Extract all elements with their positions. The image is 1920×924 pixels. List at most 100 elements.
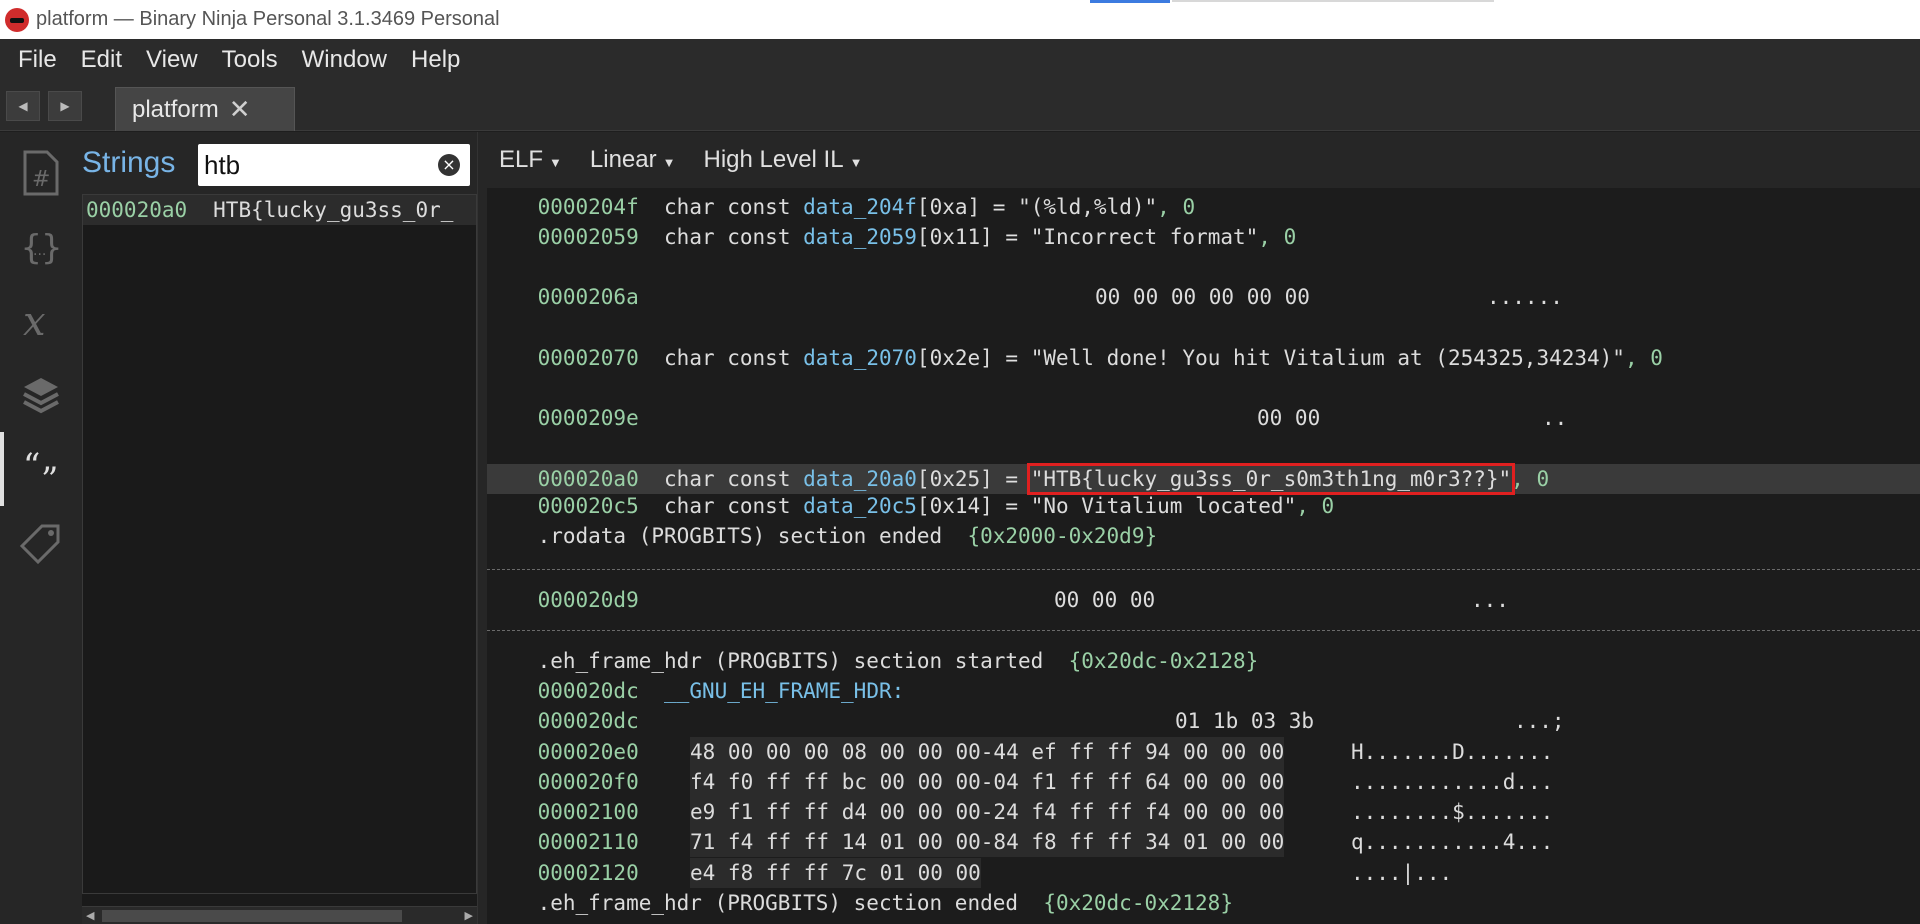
menu-file[interactable]: File xyxy=(6,46,69,74)
string-terminator: , 0 xyxy=(1157,195,1196,219)
horizontal-scrollbar[interactable]: ◀ ▶ xyxy=(82,906,477,924)
line-address: 0000204f xyxy=(537,195,639,219)
section-range: {0x20dc-0x2128} xyxy=(1043,891,1233,915)
string-text: HTB{lucky_gu3ss_0r_ xyxy=(213,198,454,222)
section-label: .eh_frame_hdr (PROGBITS) section ended xyxy=(537,891,1019,915)
list-item[interactable]: 000020a0 HTB{lucky_gu3ss_0r_ xyxy=(83,195,476,225)
menu-window[interactable]: Window xyxy=(290,46,399,74)
strings-search-box[interactable]: × xyxy=(198,144,470,186)
strings-panel: Strings × 000020a0 HTB{lucky_gu3ss_0r_ ◀… xyxy=(82,132,477,924)
hex-bytes: 48 00 00 00 08 00 00 00-44 ef ff ff 94 0… xyxy=(690,737,1285,767)
string-address: 000020a0 xyxy=(86,198,188,222)
data-symbol[interactable]: data_20a0 xyxy=(803,467,917,491)
chevron-down-icon: ▼ xyxy=(849,155,863,170)
hex-bytes: 00 00 00 xyxy=(1054,588,1156,612)
section-separator xyxy=(487,569,1920,570)
string-terminator: , 0 xyxy=(1511,467,1550,491)
forward-button[interactable]: ▶ xyxy=(48,91,82,121)
hex-bytes: 00 00 00 00 00 00 xyxy=(1095,285,1310,309)
data-symbol[interactable]: data_2059 xyxy=(803,225,917,249)
back-button[interactable]: ◀ xyxy=(6,91,40,121)
close-tab-icon[interactable]: ✕ xyxy=(229,95,251,125)
variables-x-icon[interactable]: x xyxy=(0,284,82,358)
menu-tools[interactable]: Tools xyxy=(210,46,290,74)
tab-platform[interactable]: platform ✕ xyxy=(115,87,295,131)
panel-splitter[interactable] xyxy=(477,132,487,924)
ascii-dump: ............d... xyxy=(1351,770,1554,794)
line-address: 000020dc xyxy=(537,709,639,733)
code-line[interactable]: 0000204f char const data_204f[0xa] = "(%… xyxy=(487,192,1920,222)
scroll-right-icon[interactable]: ▶ xyxy=(465,909,473,922)
strings-header: Strings × xyxy=(82,132,477,194)
hex-line[interactable]: 000020f0 f4 f0 ff ff bc 00 00 00-04 f1 ff… xyxy=(487,767,1920,797)
svg-text:...: ... xyxy=(33,243,46,259)
linear-view[interactable]: 0000204f char const data_204f[0xa] = "(%… xyxy=(487,188,1920,924)
symbols-icon[interactable]: # xyxy=(0,136,82,210)
label-line[interactable]: 000020dc __GNU_EH_FRAME_HDR: xyxy=(487,676,1920,706)
string-literal: "Incorrect format" xyxy=(1030,225,1259,249)
menu-edit[interactable]: Edit xyxy=(69,46,134,74)
scroll-left-icon[interactable]: ◀ xyxy=(86,909,94,922)
hex-line[interactable]: 00002100 e9 f1 ff ff d4 00 00 00-24 f4 ff… xyxy=(487,797,1920,827)
code-line[interactable]: 00002070 char const data_2070[0x2e] = "W… xyxy=(487,343,1920,373)
scroll-thumb[interactable] xyxy=(102,910,402,922)
format-label: ELF xyxy=(499,146,544,173)
data-symbol[interactable]: data_204f xyxy=(803,195,917,219)
menu-help[interactable]: Help xyxy=(399,46,472,74)
types-braces-icon[interactable]: {}... xyxy=(0,210,82,284)
hex-line[interactable]: 0000209e 00 00.. xyxy=(487,403,1920,433)
decl-keyword: char const xyxy=(664,346,791,370)
hex-bytes: 71 f4 ff ff 14 01 00 00-84 f8 ff ff 34 0… xyxy=(690,827,1285,857)
tag-icon[interactable] xyxy=(0,506,82,580)
layers-icon[interactable] xyxy=(0,358,82,432)
hex-line[interactable]: 000020e0 48 00 00 00 08 00 00 00-44 ef ff… xyxy=(487,737,1920,767)
section-label: .rodata (PROGBITS) section ended xyxy=(537,524,943,548)
array-size: [0x11] xyxy=(916,225,993,249)
section-range: {0x20dc-0x2128} xyxy=(1068,649,1259,673)
menu-view[interactable]: View xyxy=(134,46,210,74)
section-end-line: .rodata (PROGBITS) section ended {0x2000… xyxy=(487,521,1920,551)
format-dropdown[interactable]: ELF ▼ xyxy=(499,146,562,174)
array-size: [0x2e] xyxy=(916,346,993,370)
il-dropdown[interactable]: High Level IL ▼ xyxy=(703,146,862,174)
string-literal: "(%ld,%ld)" xyxy=(1018,195,1158,219)
string-literal: "No Vitalium located" xyxy=(1030,494,1297,518)
code-line-selected[interactable]: 000020a0 char const data_20a0[0x25] = "H… xyxy=(487,463,1920,495)
hex-bytes: 01 1b 03 3b xyxy=(1175,709,1315,733)
view-mode-dropdown[interactable]: Linear ▼ xyxy=(590,146,676,174)
svg-text:x: x xyxy=(23,299,46,343)
tab-label: platform xyxy=(132,95,219,123)
code-line[interactable]: 00002059 char const data_2059[0x11] = "I… xyxy=(487,222,1920,252)
title-accent-bar xyxy=(1172,0,1494,2)
data-symbol[interactable]: data_20c5 xyxy=(803,494,917,518)
array-size: [0x25] xyxy=(916,467,993,491)
hex-line[interactable]: 000020d9 00 00 00... xyxy=(487,585,1920,615)
hex-bytes: e9 f1 ff ff d4 00 00 00-24 f4 ff ff f4 0… xyxy=(690,797,1285,827)
strings-quotes-icon[interactable]: “” xyxy=(0,432,82,506)
sidebar-rail: # {}... x “” xyxy=(0,132,82,924)
clear-search-icon[interactable]: × xyxy=(438,154,460,176)
line-address: 00002120 xyxy=(537,861,639,885)
line-address: 00002059 xyxy=(537,225,639,249)
line-address: 00002110 xyxy=(537,830,639,854)
title-bar: platform — Binary Ninja Personal 3.1.346… xyxy=(0,0,1920,39)
line-address: 000020f0 xyxy=(537,770,639,794)
data-symbol[interactable]: data_2070 xyxy=(803,346,917,370)
menu-bar: File Edit View Tools Window Help xyxy=(0,39,1920,81)
hex-line[interactable]: 000020dc 01 1b 03 3b...; xyxy=(487,706,1920,736)
ascii-dump: .. xyxy=(1542,406,1568,430)
line-address: 0000206a xyxy=(537,285,639,309)
flag-string-literal[interactable]: "HTB{lucky_gu3ss_0r_s0m3th1ng_m0r3??}" xyxy=(1026,463,1516,495)
hex-line[interactable]: 0000206a 00 00 00 00 00 00...... xyxy=(487,282,1920,312)
symbol-label[interactable]: __GNU_EH_FRAME_HDR: xyxy=(664,679,904,703)
decl-keyword: char const xyxy=(664,467,791,491)
hex-line[interactable]: 00002120 e4 f8 ff ff 7c 01 00 00 ....|... xyxy=(487,858,1920,888)
section-range: {0x2000-0x20d9} xyxy=(967,524,1158,548)
section-end-line: .eh_frame_hdr (PROGBITS) section ended {… xyxy=(487,888,1920,918)
window-title: platform — Binary Ninja Personal 3.1.346… xyxy=(36,8,500,30)
hex-line[interactable]: 00002110 71 f4 ff ff 14 01 00 00-84 f8 ff… xyxy=(487,827,1920,857)
string-terminator: , 0 xyxy=(1296,494,1335,518)
code-line[interactable]: 000020c5 char const data_20c5[0x14] = "N… xyxy=(487,491,1920,521)
line-address: 000020d9 xyxy=(537,588,639,612)
strings-search-input[interactable] xyxy=(198,144,428,186)
